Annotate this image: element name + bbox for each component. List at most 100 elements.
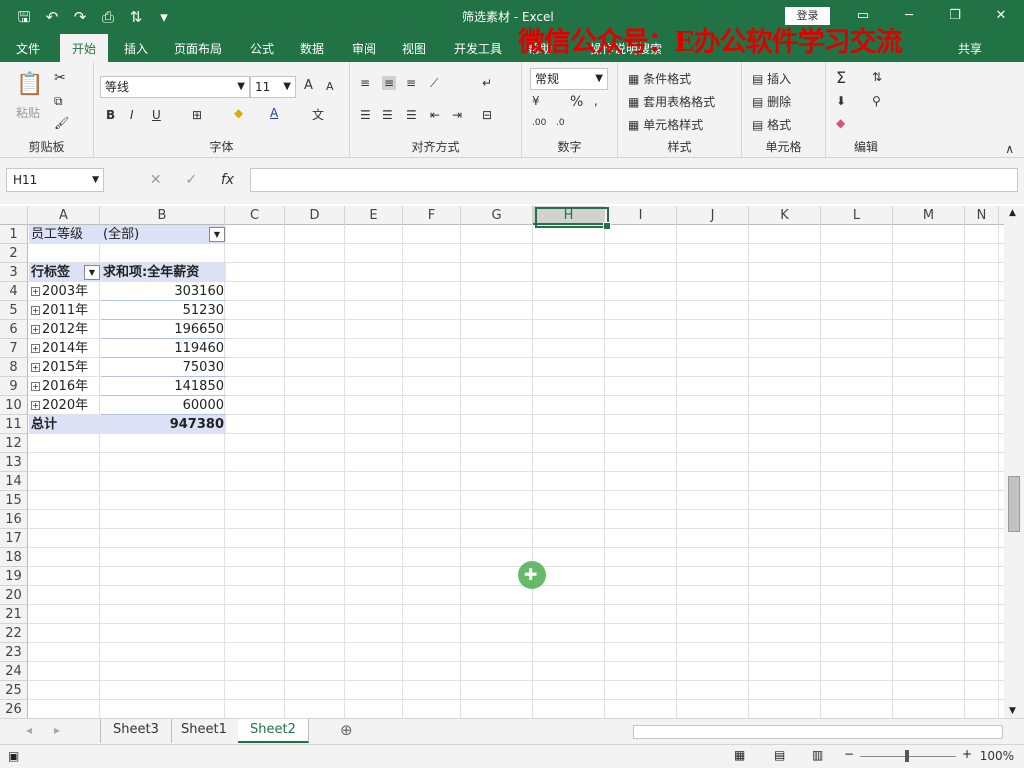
row-header[interactable]: 5 bbox=[0, 301, 28, 320]
tab-formulas[interactable]: 公式 bbox=[250, 40, 274, 57]
page-layout-view-icon[interactable]: ▤ bbox=[774, 748, 785, 762]
column-header[interactable]: J bbox=[677, 206, 749, 225]
comma-icon[interactable]: , bbox=[594, 94, 598, 108]
row-header[interactable]: 14 bbox=[0, 472, 28, 491]
cell-styles-button[interactable]: ▦ 单元格样式 bbox=[628, 116, 703, 133]
tab-page-layout[interactable]: 页面布局 bbox=[174, 40, 222, 57]
undo-icon[interactable]: ↶ bbox=[40, 6, 64, 28]
tab-file[interactable]: 文件 bbox=[16, 40, 40, 57]
insert-function-icon[interactable]: fx bbox=[221, 172, 234, 188]
print-preview-icon[interactable]: ⎙ bbox=[96, 6, 120, 28]
format-cells-button[interactable]: ▤ 格式 bbox=[752, 116, 791, 133]
column-header[interactable]: E bbox=[345, 206, 403, 225]
prev-sheet-icon[interactable]: ◂ bbox=[26, 723, 32, 737]
row-header[interactable]: 22 bbox=[0, 624, 28, 643]
formula-input[interactable] bbox=[250, 168, 1018, 192]
pivot-row-value[interactable]: 51230 bbox=[101, 301, 226, 320]
tab-review[interactable]: 审阅 bbox=[352, 40, 376, 57]
align-left-icon[interactable]: ☰ bbox=[360, 108, 371, 122]
bold-icon[interactable]: B bbox=[106, 108, 115, 122]
expand-icon[interactable]: + bbox=[31, 382, 40, 391]
scroll-up-icon[interactable]: ▲ bbox=[1009, 208, 1016, 218]
format-painter-icon[interactable]: 🖌 bbox=[54, 116, 69, 130]
row-header[interactable]: 9 bbox=[0, 377, 28, 396]
share-button[interactable]: 共享 bbox=[958, 40, 982, 57]
collapse-ribbon-icon[interactable]: ∧ bbox=[1005, 142, 1014, 156]
column-header[interactable]: F bbox=[403, 206, 461, 225]
pivot-row-label[interactable]: +2011年 bbox=[29, 301, 101, 320]
row-header[interactable]: 12 bbox=[0, 434, 28, 453]
currency-icon[interactable]: ¥ bbox=[532, 94, 540, 108]
row-header[interactable]: 18 bbox=[0, 548, 28, 567]
pivot-row-label[interactable]: +2015年 bbox=[29, 358, 101, 377]
pivot-value-header[interactable]: 求和项:全年薪资 bbox=[101, 263, 226, 282]
percent-icon[interactable]: % bbox=[570, 94, 583, 110]
column-header[interactable]: A bbox=[28, 206, 100, 225]
row-header[interactable]: 10 bbox=[0, 396, 28, 415]
active-cell[interactable] bbox=[535, 207, 611, 230]
cut-icon[interactable]: ✂ bbox=[54, 70, 66, 86]
merge-center-icon[interactable]: ⊟ bbox=[482, 108, 492, 122]
phonetic-icon[interactable]: 文 bbox=[312, 106, 324, 123]
filter-dropdown-icon[interactable]: ▼ bbox=[209, 227, 225, 242]
row-header[interactable]: 6 bbox=[0, 320, 28, 339]
row-header[interactable]: 7 bbox=[0, 339, 28, 358]
pivot-total-value[interactable]: 947380 bbox=[101, 415, 226, 434]
pivot-row-label[interactable]: +2020年 bbox=[29, 396, 101, 415]
zoom-out-icon[interactable]: − bbox=[844, 747, 854, 761]
tab-data[interactable]: 数据 bbox=[300, 40, 324, 57]
normal-view-icon[interactable]: ▦ bbox=[734, 748, 745, 762]
name-box[interactable]: H11 ▼ bbox=[6, 168, 104, 192]
macro-record-icon[interactable]: ▣ bbox=[8, 749, 19, 763]
vertical-scrollbar[interactable]: ▲ ▼ bbox=[1004, 206, 1024, 718]
sort-filter-icon[interactable]: ⇅ bbox=[872, 70, 882, 84]
zoom-in-icon[interactable]: + bbox=[962, 747, 972, 761]
wrap-text-icon[interactable]: ↵ bbox=[482, 76, 492, 90]
row-header[interactable]: 4 bbox=[0, 282, 28, 301]
pivot-row-label[interactable]: +2012年 bbox=[29, 320, 101, 339]
tab-home[interactable]: 开始 bbox=[60, 34, 109, 62]
clear-icon[interactable]: ◆ bbox=[836, 116, 845, 130]
copy-icon[interactable]: ⧉ bbox=[54, 94, 63, 109]
tab-insert[interactable]: 插入 bbox=[124, 40, 148, 57]
align-bottom-icon[interactable]: ≡ bbox=[406, 76, 416, 90]
pivot-row-label[interactable]: +2016年 bbox=[29, 377, 101, 396]
orientation-icon[interactable]: ⟋ bbox=[430, 76, 438, 91]
increase-decimal-icon[interactable]: .00 bbox=[532, 118, 546, 128]
pivot-row-value[interactable]: 119460 bbox=[101, 339, 226, 358]
increase-indent-icon[interactable]: ⇥ bbox=[452, 108, 462, 122]
column-header[interactable]: C bbox=[225, 206, 285, 225]
cancel-icon[interactable]: ✕ bbox=[150, 172, 162, 188]
number-format-select[interactable]: 常规 ▼ bbox=[530, 68, 608, 90]
pivot-row-label[interactable]: +2014年 bbox=[29, 339, 101, 358]
next-sheet-icon[interactable]: ▸ bbox=[54, 723, 60, 737]
row-header[interactable]: 16 bbox=[0, 510, 28, 529]
pivot-filter-label[interactable]: 员工等级 bbox=[29, 225, 101, 244]
pivot-row-value[interactable]: 196650 bbox=[101, 320, 226, 339]
row-header[interactable]: 3 bbox=[0, 263, 28, 282]
pivot-row-value[interactable]: 75030 bbox=[101, 358, 226, 377]
align-middle-icon[interactable]: ≡ bbox=[382, 76, 397, 90]
row-header[interactable]: 17 bbox=[0, 529, 28, 548]
vertical-scroll-thumb[interactable] bbox=[1008, 476, 1020, 532]
font-color-icon[interactable]: A bbox=[270, 106, 278, 120]
save-icon[interactable]: 🖫 bbox=[12, 6, 36, 28]
column-header[interactable]: B bbox=[100, 206, 225, 225]
pivot-filter-value[interactable]: (全部) bbox=[101, 225, 226, 244]
restore-icon[interactable]: ❐ bbox=[932, 0, 978, 34]
sheet-tab-sheet2[interactable]: Sheet2 bbox=[238, 719, 309, 743]
select-all-corner[interactable] bbox=[0, 206, 28, 225]
tab-developer[interactable]: 开发工具 bbox=[454, 40, 502, 57]
row-header[interactable]: 15 bbox=[0, 491, 28, 510]
add-sheet-icon[interactable]: ⊕ bbox=[340, 721, 353, 739]
row-header[interactable]: 21 bbox=[0, 605, 28, 624]
pivot-row-value[interactable]: 303160 bbox=[101, 282, 226, 301]
row-header[interactable]: 1 bbox=[0, 225, 28, 244]
column-header[interactable]: N bbox=[965, 206, 999, 225]
sort-icon[interactable]: ⇅ bbox=[124, 6, 148, 28]
pivot-row-value[interactable]: 141850 bbox=[101, 377, 226, 396]
insert-cells-button[interactable]: ▤ 插入 bbox=[752, 70, 791, 87]
expand-icon[interactable]: + bbox=[31, 306, 40, 315]
decrease-decimal-icon[interactable]: .0 bbox=[556, 118, 565, 128]
conditional-formatting-button[interactable]: ▦ 条件格式 bbox=[628, 70, 691, 87]
